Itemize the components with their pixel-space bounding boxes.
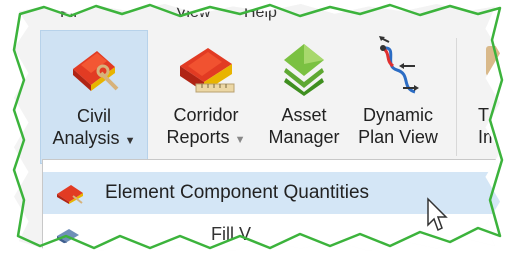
- torn-edge-outline: [12, 3, 504, 250]
